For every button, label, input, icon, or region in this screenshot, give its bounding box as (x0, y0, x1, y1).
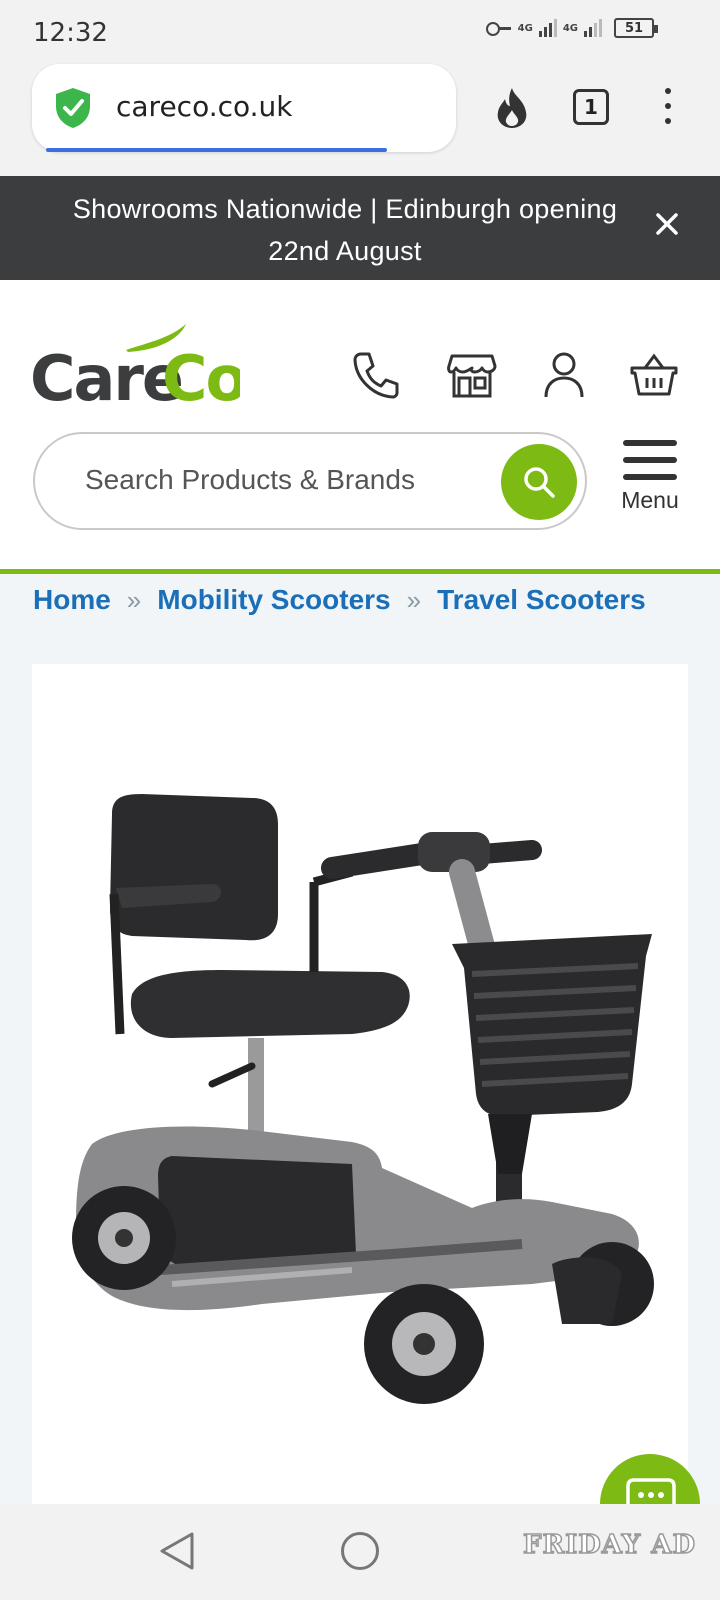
search-input[interactable] (85, 464, 485, 496)
address-bar[interactable]: careco.co.uk (32, 64, 456, 152)
battery-icon: 51 (614, 18, 658, 38)
network-type-1: 4G (517, 22, 533, 34)
more-options-icon[interactable] (664, 88, 672, 128)
breadcrumb: Home » Mobility Scooters » Travel Scoote… (33, 584, 646, 616)
watermark-text: FRIDAY AD (522, 1529, 696, 1561)
search-icon (524, 467, 555, 498)
network-type-2: 4G (562, 22, 578, 34)
page-load-progress (46, 148, 387, 152)
basket-icon[interactable] (629, 350, 679, 400)
system-nav-bar: FRIDAY AD (0, 1504, 720, 1600)
status-icons: 4G 4G 51 (485, 18, 658, 38)
breadcrumb-mobility-scooters[interactable]: Mobility Scooters (157, 584, 390, 616)
page-content: Home » Mobility Scooters » Travel Scoote… (0, 574, 720, 1554)
menu-label: Menu (621, 487, 679, 513)
back-nav-icon[interactable] (158, 1530, 196, 1572)
browser-toolbar: careco.co.uk 1 (0, 62, 720, 176)
flame-icon[interactable] (492, 86, 532, 130)
menu-button[interactable]: Menu (608, 440, 692, 524)
signal-1-icon (538, 19, 557, 37)
close-icon[interactable] (655, 212, 679, 236)
hamburger-icon (608, 440, 692, 480)
careco-logo[interactable]: Care Co (30, 320, 240, 404)
vpn-key-icon (485, 21, 512, 36)
search-button[interactable] (501, 444, 577, 520)
secure-shield-icon (56, 88, 90, 128)
status-bar: 12:32 4G 4G 51 (0, 0, 720, 66)
phone-icon[interactable] (351, 350, 401, 400)
announcement-banner: Showrooms Nationwide | Edinburgh opening… (0, 176, 720, 280)
signal-2-icon (584, 19, 602, 37)
product-image-card[interactable] (32, 664, 688, 1504)
breadcrumb-home[interactable]: Home (33, 584, 111, 616)
breadcrumb-separator-icon: » (406, 584, 422, 615)
svg-text:Care: Care (30, 342, 182, 404)
svg-text:Co: Co (162, 342, 240, 404)
url-text: careco.co.uk (116, 90, 293, 123)
tab-switcher-button[interactable]: 1 (573, 89, 609, 125)
search-bar (33, 432, 587, 530)
account-icon[interactable] (539, 350, 589, 400)
mobility-scooter-image (72, 794, 654, 1404)
site-header: Care Co Menu (0, 280, 720, 574)
banner-text: Showrooms Nationwide | Edinburgh opening… (72, 194, 618, 266)
status-time: 12:32 (33, 18, 108, 48)
breadcrumb-travel-scooters[interactable]: Travel Scooters (437, 584, 646, 616)
breadcrumb-separator-icon: » (126, 584, 142, 615)
home-nav-icon[interactable] (341, 1532, 379, 1570)
store-icon[interactable] (447, 350, 497, 400)
